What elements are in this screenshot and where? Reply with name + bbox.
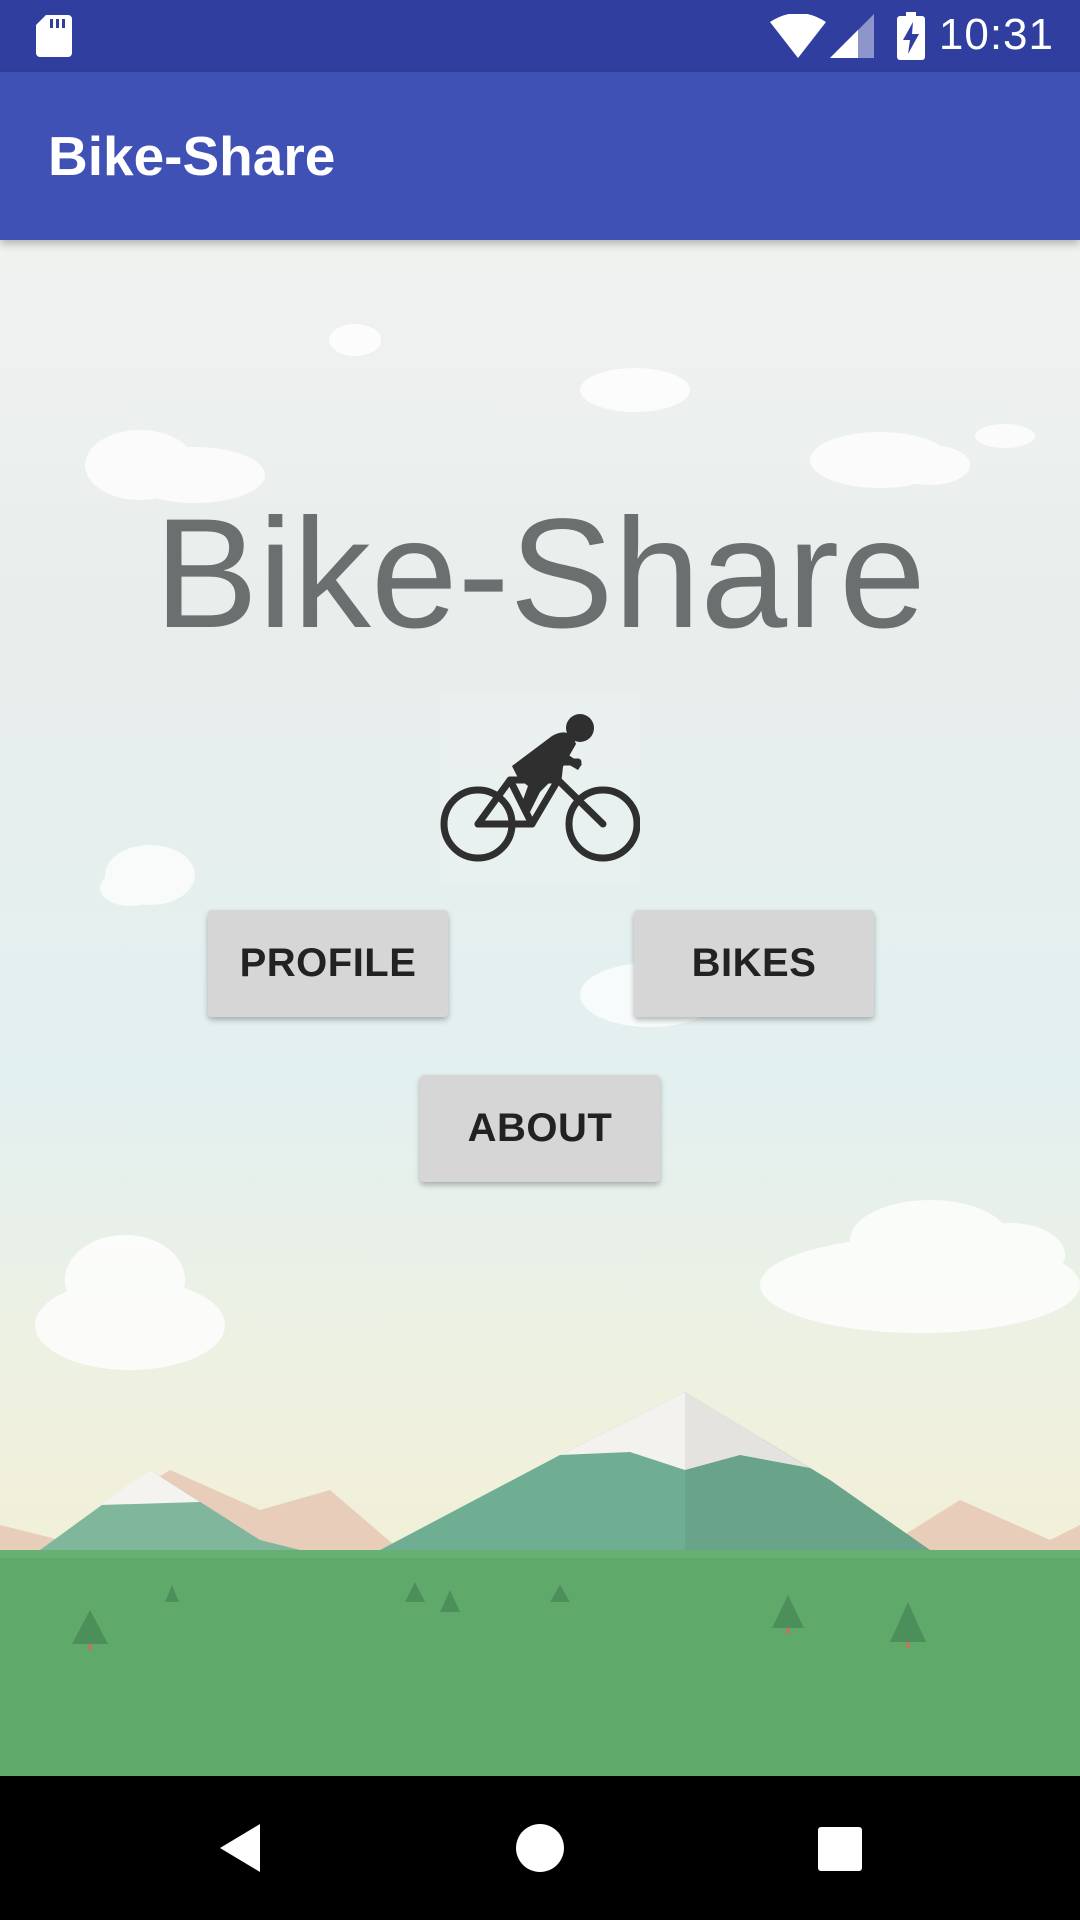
app-bar: Bike-Share (0, 72, 1080, 240)
back-icon[interactable] (216, 1822, 264, 1874)
status-bar: 10:31 (0, 0, 1080, 72)
screen: 10:31 Bike-Share Bike-Share PROFILE BIKE… (0, 0, 1080, 1920)
recents-icon[interactable] (817, 1826, 863, 1872)
main-content: Bike-Share PROFILE BIKES ABOUT (0, 240, 1080, 1776)
battery-charging-icon (897, 12, 925, 60)
wifi-icon (770, 14, 826, 58)
status-time: 10:31 (938, 10, 1054, 59)
bicycle-rider-icon (440, 692, 640, 882)
home-icon[interactable] (515, 1823, 565, 1873)
landscape-background (0, 324, 1080, 1776)
navigation-bar (0, 1776, 1080, 1920)
cell-signal-icon (830, 14, 874, 58)
bikes-button[interactable]: BIKES (634, 910, 874, 1017)
app-bar-title: Bike-Share (48, 125, 336, 187)
sd-card-icon (36, 15, 72, 57)
profile-button[interactable]: PROFILE (208, 910, 448, 1017)
about-button[interactable]: ABOUT (420, 1075, 660, 1182)
page-title: Bike-Share (154, 487, 926, 661)
